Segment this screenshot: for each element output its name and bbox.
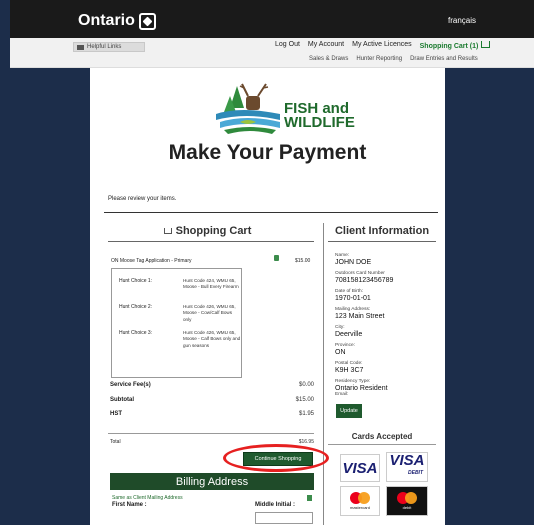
trash-icon[interactable] (274, 255, 279, 261)
hunt-choice-label: Hunt Choice 1: (119, 278, 153, 284)
utility-bar: Helpful Links Log Out My Account My Acti… (10, 38, 534, 68)
secondary-nav: Sales & Draws Hunter Reporting Draw Entr… (309, 56, 478, 62)
client-field-value: JOHN DOE (335, 259, 372, 266)
client-field-outdoors-card: Outdoors Card Number 708158123456789 (335, 271, 435, 284)
content-panel: FISH and WILDLIFE Make Your Payment Plea… (90, 68, 445, 525)
client-field-dob: Date of Birth: 1970-01-01 (335, 289, 435, 302)
ontario-logo[interactable]: Ontario (78, 12, 156, 30)
billing-address-header: Billing Address (110, 473, 314, 490)
hunt-choice-value: Hunt Code 426, WMU 65, Moose - Calf Bows… (183, 330, 241, 348)
deer-landscape-icon (216, 83, 280, 134)
language-toggle-link[interactable]: français (448, 16, 476, 25)
client-heading-rule (328, 241, 436, 242)
hunter-reporting-link[interactable]: Hunter Reporting (356, 56, 402, 62)
mastercard-logo-icon (350, 492, 370, 504)
visa-debit-wordmark: VISA (389, 452, 425, 469)
edit-icon[interactable] (307, 495, 312, 501)
hst-value: $1.95 (298, 411, 314, 417)
shopping-cart-heading: Shopping Cart (110, 225, 305, 237)
client-field-value: 123 Main Street (335, 313, 385, 320)
visa-debit-sub: DEBIT (408, 470, 423, 476)
cart-item-price: $15.00 (295, 258, 311, 264)
shopping-cart-link[interactable]: Shopping Cart (1) (420, 41, 491, 50)
client-field-postal: Postal Code: K9H 3C7 (335, 361, 435, 374)
brand-line-2: WILDLIFE (284, 114, 355, 131)
client-field-value: 708158123456789 (335, 277, 394, 284)
cards-accepted-heading: Cards Accepted (351, 432, 413, 441)
fish-wildlife-wordmark: FISH and WILDLIFE (284, 101, 355, 131)
total-value: $16.95 (298, 439, 314, 445)
helpful-links-button[interactable]: Helpful Links (73, 42, 145, 52)
page-title: Make Your Payment (168, 141, 367, 164)
middle-initial-label: Middle Initial : (255, 502, 295, 508)
mastercard-icon: mastercard (340, 486, 380, 516)
shopping-cart-label: Shopping Cart (1) (419, 43, 479, 50)
mail-icon (77, 44, 84, 50)
column-divider (323, 223, 324, 525)
subtotal-label: Subtotal (110, 397, 134, 403)
client-field-email: Email: (335, 392, 435, 398)
client-field-province: Province: ON (335, 343, 435, 356)
client-information-heading: Client Information (334, 225, 430, 237)
hunt-choices-box: Hunt Choice 1: Hunt Code 424, WMU 65, Mo… (111, 268, 242, 378)
service-fee-label: Service Fee(s) (110, 382, 151, 388)
debit-mastercard-logo-icon (397, 492, 417, 504)
same-as-mailing-link[interactable]: Same as Client Mailing Address (112, 495, 183, 501)
client-field-city: City: Deerville (335, 325, 435, 338)
debit-mastercard-wordmark: debit (402, 505, 412, 510)
middle-initial-input[interactable] (255, 512, 313, 524)
client-field-value: ON (335, 349, 346, 356)
client-field-address: Mailing Address: 123 Main Street (335, 307, 435, 320)
hunt-choice-value: Hunt Code 426, WMU 65, Moose - Cow/Calf … (183, 304, 236, 322)
draw-entries-link[interactable]: Draw Entries and Results (410, 56, 478, 62)
hunt-choice-label: Hunt Choice 3: (119, 330, 153, 336)
client-field-value: Ontario Resident (335, 385, 388, 392)
ontario-header: Ontario français (10, 0, 534, 38)
debit-mastercard-icon: debit (386, 486, 428, 516)
service-fee-value: $0.00 (298, 382, 314, 388)
hst-label: HST (110, 411, 122, 417)
cards-rule (328, 444, 436, 445)
client-field-value: K9H 3C7 (335, 367, 364, 374)
visa-card-icon: VISA (340, 454, 380, 482)
cart-heading-rule (108, 241, 314, 242)
first-name-label: First Name : (112, 502, 147, 508)
visa-wordmark: VISA (342, 459, 378, 477)
total-label: Total (110, 439, 121, 445)
visa-debit-card-icon: VISA DEBIT (386, 452, 428, 482)
cart-item-name: ON Moose Tag Application - Primary (111, 258, 192, 264)
highlight-annotation (223, 444, 329, 472)
sales-draws-link[interactable]: Sales & Draws (309, 56, 348, 62)
account-nav: Log Out My Account My Active Licences Sh… (275, 41, 491, 50)
trillium-icon (138, 12, 156, 30)
total-rule (108, 433, 314, 434)
ontario-wordmark: Ontario (78, 12, 135, 29)
client-field-value: Deerville (335, 331, 363, 338)
review-instructions: Please review your items. (108, 196, 177, 202)
my-account-link[interactable]: My Account (308, 41, 344, 50)
client-field-label: Email: (335, 392, 349, 397)
section-divider (104, 212, 438, 213)
mastercard-wordmark: mastercard (349, 505, 370, 510)
cart-icon (481, 41, 491, 48)
cart-icon (163, 228, 172, 235)
logout-link[interactable]: Log Out (275, 41, 300, 50)
helpful-links-label: Helpful Links (87, 44, 122, 50)
hunt-choice-label: Hunt Choice 2: (119, 304, 153, 310)
client-field-value: 1970-01-01 (335, 295, 371, 302)
update-button[interactable]: Update (336, 404, 362, 418)
shopping-cart-title: Shopping Cart (175, 225, 252, 237)
hunt-choice-value: Hunt Code 424, WMU 65, Moose - Bull Ever… (183, 278, 239, 290)
client-field-name: Name: JOHN DOE (335, 253, 435, 266)
client-field-residency: Residency Type: Ontario Resident (335, 379, 435, 392)
fish-wildlife-logo: FISH and WILDLIFE (210, 78, 355, 140)
subtotal-value: $15.00 (295, 397, 314, 403)
my-active-licences-link[interactable]: My Active Licences (352, 41, 412, 50)
